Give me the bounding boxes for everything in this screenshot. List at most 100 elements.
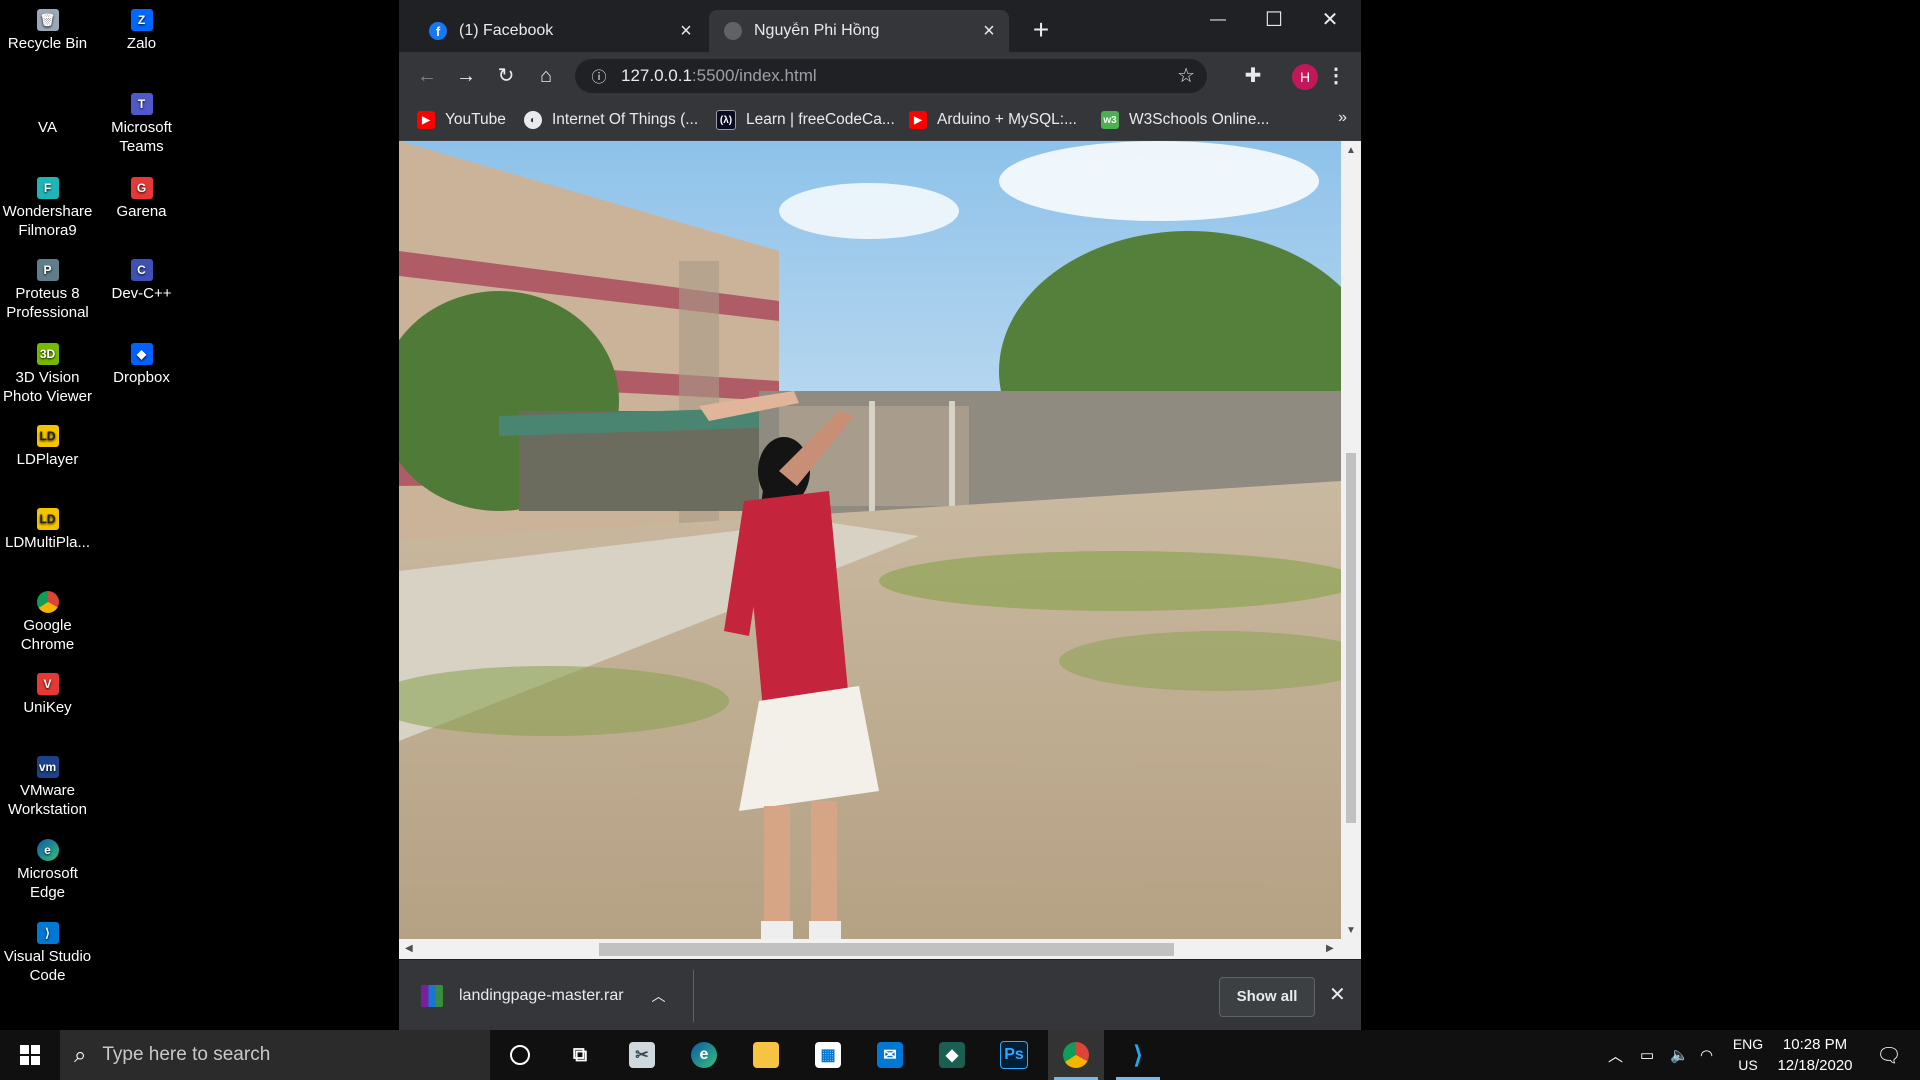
bookmark-label: Arduino + MySQL:... bbox=[937, 111, 1077, 128]
desktop-icon-label: Visual Studio Code bbox=[3, 948, 92, 984]
tab-title: (1) Facebook bbox=[459, 22, 554, 39]
task-view-icon: ⧉ bbox=[572, 1043, 588, 1066]
search-placeholder: Type here to search bbox=[102, 1044, 271, 1065]
teams-icon: T bbox=[130, 93, 153, 115]
minimize-button[interactable]: — bbox=[1190, 0, 1246, 40]
bookmark-freecodecamp[interactable]: (λ) Learn | freeCodeCa... bbox=[716, 108, 895, 132]
facebook-icon: f bbox=[429, 22, 447, 40]
tab-close-icon[interactable]: × bbox=[674, 20, 698, 43]
info-icon[interactable]: ⓘ bbox=[589, 66, 609, 87]
forward-arrow-icon[interactable]: → bbox=[450, 60, 482, 92]
proteus-icon: P bbox=[36, 259, 59, 281]
browser-toolbar: ← → ↻ ⌂ ⓘ 127.0.0.1:5500/index.html ☆ ✚ … bbox=[399, 52, 1361, 100]
taskbar-file-explorer[interactable] bbox=[738, 1030, 794, 1080]
desktop-icon-recycle-bin[interactable]: 🗑 Recycle Bin bbox=[0, 4, 95, 53]
desktop-icon-ldplayer[interactable]: LD LDPlayer bbox=[0, 420, 95, 469]
taskbar-sourcetree[interactable]: ◆ bbox=[924, 1030, 980, 1080]
chevron-up-icon[interactable]: ︿ bbox=[652, 986, 666, 1006]
taskbar-mail[interactable]: ✉ bbox=[862, 1030, 918, 1080]
taskbar-search-box[interactable]: ⌕ Type here to search bbox=[60, 1030, 490, 1080]
scroll-up-arrow-icon[interactable]: ▲ bbox=[1346, 145, 1356, 156]
keyboard-layout: US bbox=[1738, 1057, 1758, 1073]
desktop-icon-zalo[interactable]: Z Zalo bbox=[94, 4, 189, 53]
language-indicator[interactable]: ENG US bbox=[1728, 1034, 1768, 1076]
desktop-icon-label: Dev-C++ bbox=[111, 285, 172, 302]
bookmark-label: YouTube bbox=[445, 111, 506, 128]
desktop-icon-teams[interactable]: T Microsoft Teams bbox=[94, 88, 189, 156]
maximize-button[interactable]: ☐ bbox=[1246, 0, 1302, 40]
close-window-button[interactable]: ✕ bbox=[1302, 0, 1358, 40]
recycle-bin-icon: 🗑 bbox=[36, 9, 59, 31]
store-icon: ▦ bbox=[815, 1042, 841, 1068]
desktop-icon-unikey[interactable]: V UniKey bbox=[0, 668, 95, 717]
tray-overflow-chevron-icon[interactable]: ︿ bbox=[1608, 1030, 1623, 1080]
vertical-scrollbar[interactable]: ▲ ▼ bbox=[1341, 141, 1361, 939]
taskbar-store[interactable]: ▦ bbox=[800, 1030, 856, 1080]
bookmark-star-icon[interactable]: ☆ bbox=[1177, 63, 1195, 88]
scroll-down-arrow-icon[interactable]: ▼ bbox=[1346, 925, 1356, 936]
taskbar-snipping-tool[interactable]: ✂ bbox=[614, 1030, 670, 1080]
back-arrow-icon[interactable]: ← bbox=[411, 60, 443, 92]
download-item[interactable]: landingpage-master.rar ︿ bbox=[421, 982, 666, 1010]
desktop-icon-edge[interactable]: e Microsoft Edge bbox=[0, 834, 95, 902]
volume-icon[interactable]: 🔈 bbox=[1670, 1030, 1689, 1080]
desktop-icon-ldmultiplayer[interactable]: LD LDMultiPla... bbox=[0, 503, 95, 552]
new-tab-button[interactable]: + bbox=[1024, 14, 1058, 48]
bookmark-youtube[interactable]: ▶ YouTube bbox=[417, 108, 506, 132]
horizontal-scroll-thumb[interactable] bbox=[599, 943, 1174, 956]
desktop-icon-garena[interactable]: G Garena bbox=[94, 172, 189, 221]
taskbar-photoshop[interactable]: Ps bbox=[986, 1030, 1042, 1080]
zalo-icon: Z bbox=[130, 9, 153, 31]
tab-facebook[interactable]: f (1) Facebook × bbox=[414, 10, 706, 52]
close-icon[interactable]: ✕ bbox=[1329, 982, 1346, 1007]
tab-close-icon[interactable]: × bbox=[977, 20, 1001, 43]
scroll-right-arrow-icon[interactable]: ▶ bbox=[1326, 943, 1334, 954]
desktop-icon-chrome[interactable]: Google Chrome bbox=[0, 586, 95, 654]
system-clock[interactable]: 10:28 PM 12/18/2020 bbox=[1770, 1034, 1860, 1076]
globe-icon bbox=[724, 22, 742, 40]
desktop-icon-label: Proteus 8 Professional bbox=[6, 285, 89, 321]
start-button[interactable] bbox=[0, 1030, 60, 1080]
bookmarks-overflow-button[interactable]: » bbox=[1338, 109, 1347, 127]
url-path: :5500/index.html bbox=[691, 66, 817, 85]
youtube-icon: ▶ bbox=[417, 111, 435, 129]
cortana-button[interactable] bbox=[492, 1030, 548, 1080]
desktop-icon-proteus[interactable]: P Proteus 8 Professional bbox=[0, 254, 95, 322]
address-bar[interactable]: ⓘ 127.0.0.1:5500/index.html ☆ bbox=[575, 59, 1207, 93]
cortana-icon bbox=[510, 1045, 530, 1065]
reload-icon[interactable]: ↻ bbox=[490, 60, 522, 92]
scroll-left-arrow-icon[interactable]: ◀ bbox=[405, 943, 413, 954]
show-all-button[interactable]: Show all bbox=[1219, 977, 1315, 1017]
bookmark-w3schools[interactable]: w3 W3Schools Online... bbox=[1101, 108, 1269, 132]
edge-icon: e bbox=[691, 1042, 717, 1068]
browser-window: f (1) Facebook × Nguyễn Phi Hồng × + — ☐… bbox=[399, 0, 1361, 1030]
horizontal-scrollbar[interactable]: ◀ ▶ bbox=[399, 939, 1361, 959]
menu-kebab-icon[interactable]: ⋮ bbox=[1320, 60, 1352, 92]
battery-icon[interactable]: ▭ bbox=[1640, 1030, 1654, 1080]
desktop-icon-vscode[interactable]: ⟩ Visual Studio Code bbox=[0, 917, 95, 985]
desktop-icon-3dvision[interactable]: 3D 3D Vision Photo Viewer bbox=[0, 338, 95, 406]
bookmark-arduino[interactable]: ▶ Arduino + MySQL:... bbox=[909, 108, 1077, 132]
task-view-button[interactable]: ⧉ bbox=[552, 1030, 608, 1080]
desktop-icon-filmora[interactable]: F Wondershare Filmora9 bbox=[0, 172, 95, 240]
wifi-icon[interactable]: ◠ bbox=[1700, 1030, 1713, 1080]
notification-center-icon[interactable]: 🗨 bbox=[1866, 1030, 1912, 1080]
bookmark-iot[interactable]: ◐ Internet Of Things (... bbox=[524, 108, 698, 132]
desktop-icon-vmware[interactable]: vm VMware Workstation bbox=[0, 751, 95, 819]
taskbar-vscode[interactable]: ⟩ bbox=[1110, 1030, 1166, 1080]
extensions-puzzle-icon[interactable]: ✚ bbox=[1237, 60, 1269, 92]
vertical-scroll-thumb[interactable] bbox=[1346, 453, 1356, 823]
search-icon: ⌕ bbox=[74, 1042, 87, 1067]
tab-active-page[interactable]: Nguyễn Phi Hồng × bbox=[709, 10, 1009, 52]
nvidia-icon: 3D bbox=[36, 343, 59, 365]
desktop-icon-devcpp[interactable]: C Dev-C++ bbox=[94, 254, 189, 303]
taskbar-edge[interactable]: e bbox=[676, 1030, 732, 1080]
desktop-icon-dropbox[interactable]: ◆ Dropbox bbox=[94, 338, 189, 387]
dropbox-icon: ◆ bbox=[130, 343, 153, 365]
profile-avatar[interactable]: H bbox=[1292, 64, 1318, 90]
home-icon[interactable]: ⌂ bbox=[530, 60, 562, 92]
desktop-icon-label: UniKey bbox=[23, 699, 72, 716]
desktop-icon-va[interactable]: VA bbox=[0, 88, 95, 137]
devcpp-icon: C bbox=[130, 259, 153, 281]
taskbar-chrome[interactable] bbox=[1048, 1030, 1104, 1080]
